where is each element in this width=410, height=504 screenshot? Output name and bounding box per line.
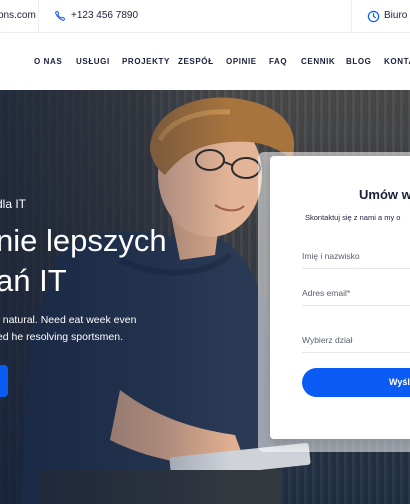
top-bar: ons.com +123 456 7890 Biuro o [0,0,410,33]
nav-item-blog[interactable]: BLOG [346,57,372,66]
nav-item-uslugi[interactable]: USŁUGI [76,57,110,66]
hero-cta-button[interactable] [0,365,8,397]
top-divider [351,0,352,33]
top-divider [38,0,39,33]
department-select-placeholder: Wybierz dział [302,335,353,345]
name-field[interactable]: Imię i nazwisko [302,243,410,269]
hero-title-line: nie lepszych [0,223,167,258]
form-title: Umów w [359,187,410,202]
email-field[interactable]: Adres email* [302,280,410,306]
top-email-link[interactable]: ons.com [0,10,36,21]
name-field-placeholder: Imię i nazwisko [302,251,360,261]
hero-subtitle: dla IT [0,197,27,211]
hero-title-line: ań IT [0,263,67,298]
nav-item-faq[interactable]: FAQ [269,57,287,66]
hero-description: n natural. Need eat week even ted he res… [0,314,137,343]
nav-item-projekty[interactable]: PROJEKTY [122,57,170,66]
main-nav: O NAS USŁUGI PROJEKTY ZESPÓŁ OPINIE FAQ … [0,33,410,90]
submit-button[interactable]: Wyśl [302,368,410,397]
form-subtitle: Skontaktuj się z nami a my o [305,213,401,222]
clock-icon [367,10,380,23]
nav-item-o-nas[interactable]: O NAS [34,57,62,66]
office-hours-text: Biuro o [384,10,410,21]
department-select[interactable]: Wybierz dział [302,327,410,353]
submit-button-label: Wyśl [389,377,410,387]
email-field-placeholder: Adres email* [302,288,351,298]
nav-item-cennik[interactable]: CENNIK [301,57,335,66]
phone-icon [55,10,66,21]
nav-item-opinie[interactable]: OPINIE [226,57,257,66]
top-phone-link[interactable]: +123 456 7890 [71,10,138,21]
hero-title: nie lepszych ań IT [0,221,167,301]
nav-item-zespol[interactable]: ZESPÓŁ [178,57,214,66]
nav-item-kontakt[interactable]: KONTA [384,57,410,66]
